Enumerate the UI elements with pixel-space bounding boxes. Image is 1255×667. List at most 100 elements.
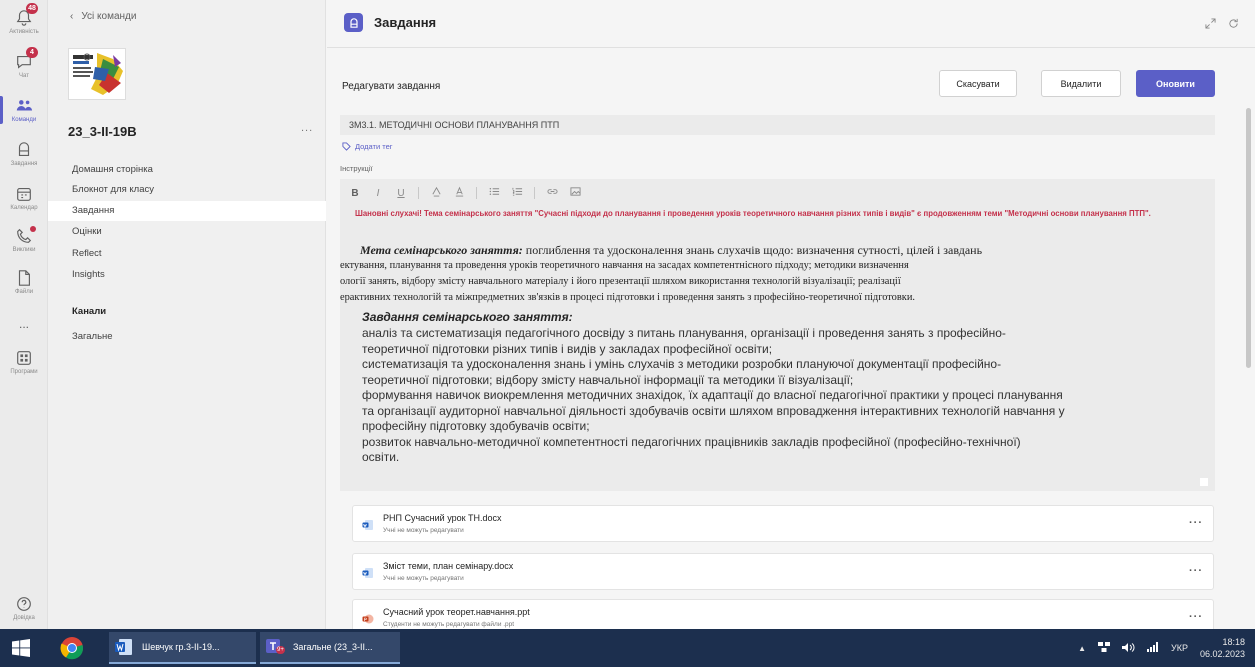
- channels-heading: Канали: [72, 306, 107, 317]
- word-file-icon: [362, 520, 373, 530]
- task-line: та організації аудиторної навчальної дія…: [362, 403, 1065, 418]
- chevron-up-icon[interactable]: ▲: [1078, 644, 1086, 653]
- taskbar-teams-label: Загальне (23_3-ІІ...: [293, 642, 373, 652]
- tasks-list: аналіз та систематизація педагогічного д…: [362, 326, 1212, 466]
- attachment-item[interactable]: РНП Сучасний урок ТН.docx Учні не можуть…: [352, 505, 1214, 542]
- rail-label: Чат: [19, 73, 29, 79]
- rail-teams[interactable]: Команди: [0, 88, 48, 132]
- app-title: Завдання: [374, 15, 437, 30]
- rail-help[interactable]: Довідка: [0, 586, 48, 630]
- rail-label: Файли: [14, 289, 34, 295]
- rail-label: Календар: [10, 205, 38, 211]
- more-options-icon[interactable]: ···: [1189, 611, 1203, 623]
- signal-icon[interactable]: [1146, 642, 1159, 654]
- nav-class-notebook[interactable]: Блокнот для класу: [48, 180, 326, 200]
- editor-resize-handle[interactable]: [1200, 478, 1208, 486]
- rail-activity[interactable]: 48 Активність: [0, 0, 48, 44]
- rail-assignments[interactable]: Завдання: [0, 132, 48, 176]
- refresh-icon[interactable]: [1228, 16, 1239, 34]
- chat-badge: 4: [26, 47, 38, 58]
- volume-icon[interactable]: [1121, 642, 1135, 655]
- goal-line-4: ерактивних технологій та міжпредметних з…: [340, 292, 915, 303]
- goal-line-2: ектування, планування та проведення урок…: [340, 260, 909, 271]
- cancel-button[interactable]: Скасувати: [939, 70, 1017, 97]
- taskbar-teams-window[interactable]: 9+ Загальне (23_3-ІІ...: [260, 632, 400, 664]
- delete-button[interactable]: Видалити: [1041, 70, 1121, 97]
- team-logo: [68, 48, 126, 100]
- attachment-note: Учні не можуть редагувати: [383, 527, 464, 534]
- italic-icon[interactable]: I: [372, 188, 384, 199]
- channel-general[interactable]: Загальне: [72, 331, 113, 342]
- rail-apps[interactable]: Програми: [0, 340, 48, 384]
- rail-label: Програми: [10, 369, 38, 375]
- team-more-options[interactable]: ...: [301, 122, 313, 134]
- teams-icon: [16, 100, 33, 111]
- add-tag-link[interactable]: Додати тег: [342, 142, 393, 151]
- goal-label: Мета семінарського заняття:: [360, 243, 523, 257]
- bullet-list-icon[interactable]: [488, 186, 500, 200]
- task-line: теоретичної підготовки; відбору змісту н…: [362, 372, 854, 387]
- more-options-icon[interactable]: ···: [1189, 565, 1203, 577]
- app-rail: 48 Активність 4 Чат Команди Завдання Кал…: [0, 0, 48, 629]
- rail-calendar[interactable]: Календар: [0, 176, 48, 220]
- teams-badge: 9+: [276, 646, 285, 654]
- windows-start-icon[interactable]: [12, 639, 30, 657]
- goal-line-1: Мета семінарського заняття: поглиблення …: [340, 242, 1215, 258]
- rail-label: Довідка: [13, 615, 35, 621]
- expand-icon[interactable]: [1205, 16, 1216, 34]
- link-icon[interactable]: [546, 186, 558, 200]
- underline-icon[interactable]: U: [395, 188, 407, 199]
- nav-home[interactable]: Домашня сторінка: [48, 160, 326, 180]
- attachment-note: Учні не можуть редагувати: [383, 575, 464, 582]
- font-color-icon[interactable]: [453, 186, 465, 200]
- numbered-list-icon[interactable]: [511, 186, 523, 200]
- attachment-name: РНП Сучасний урок ТН.docx: [383, 513, 502, 523]
- image-icon[interactable]: [569, 186, 581, 200]
- task-line: систематизація та удосконалення знань і …: [362, 357, 1002, 371]
- activity-badge: 48: [26, 3, 38, 14]
- header-actions: [1205, 16, 1239, 34]
- file-icon: [18, 270, 30, 286]
- clock[interactable]: 18:18 06.02.2023: [1200, 636, 1245, 660]
- edit-assignment-title: Редагувати завдання: [342, 81, 441, 92]
- system-tray: ▲ УКР 18:18 06.02.2023: [1078, 629, 1245, 667]
- nav-reflect[interactable]: Reflect: [48, 244, 326, 264]
- update-button[interactable]: Оновити: [1136, 70, 1215, 97]
- help-icon: [17, 597, 31, 611]
- rail-files[interactable]: Файли: [0, 260, 48, 304]
- tag-icon: [342, 142, 351, 151]
- back-label: Усі команди: [81, 11, 137, 22]
- toolbar-divider: [476, 187, 477, 199]
- language-indicator[interactable]: УКР: [1171, 643, 1188, 653]
- rail-label: Виклики: [12, 247, 36, 253]
- assignment-editor: Редагувати завдання Скасувати Видалити О…: [327, 48, 1255, 629]
- backpack-icon: [18, 142, 30, 156]
- attachment-item[interactable]: Зміст теми, план семінару.docx Учні не м…: [352, 553, 1214, 590]
- calendar-icon: [17, 188, 31, 201]
- assignment-title-input[interactable]: 3М3.1. МЕТОДИЧНІ ОСНОВИ ПЛАНУВАННЯ ПТП: [340, 115, 1215, 135]
- instructions-editor[interactable]: B I U Шановні слухачі! Тема семінарськог…: [340, 179, 1215, 491]
- instructions-label: Інструкції: [340, 164, 373, 173]
- rail-chat[interactable]: 4 Чат: [0, 44, 48, 88]
- nav-grades[interactable]: Оцінки: [48, 222, 326, 242]
- nav-assignments[interactable]: Завдання: [48, 201, 326, 221]
- nav-insights[interactable]: Insights: [48, 265, 326, 285]
- word-app-icon: [115, 639, 132, 655]
- windows-taskbar: Шевчук гр.3-ІІ-19... 9+ Загальне (23_3-І…: [0, 629, 1255, 667]
- attachment-item[interactable]: Сучасний урок теорет.навчання.ppt Студен…: [352, 599, 1214, 629]
- goal-text-1: поглиблення та удосконалення знань слуха…: [525, 243, 983, 257]
- network-icon[interactable]: [1097, 641, 1110, 655]
- chevron-left-icon: ‹: [70, 11, 74, 22]
- chrome-icon[interactable]: [60, 636, 84, 660]
- rail-calls[interactable]: Виклики: [0, 218, 48, 262]
- taskbar-word-window[interactable]: Шевчук гр.3-ІІ-19...: [109, 632, 256, 664]
- highlight-icon[interactable]: [430, 186, 442, 200]
- teams-app-icon: 9+: [266, 637, 293, 657]
- back-to-teams[interactable]: ‹ Усі команди: [70, 11, 136, 22]
- bold-icon[interactable]: B: [349, 188, 361, 199]
- more-options-icon[interactable]: ···: [1189, 517, 1203, 529]
- attachment-name: Сучасний урок теорет.навчання.ppt: [383, 607, 530, 617]
- page-scrollbar[interactable]: [1246, 108, 1251, 368]
- more-icon: ...: [18, 317, 29, 331]
- format-toolbar: B I U: [349, 183, 581, 203]
